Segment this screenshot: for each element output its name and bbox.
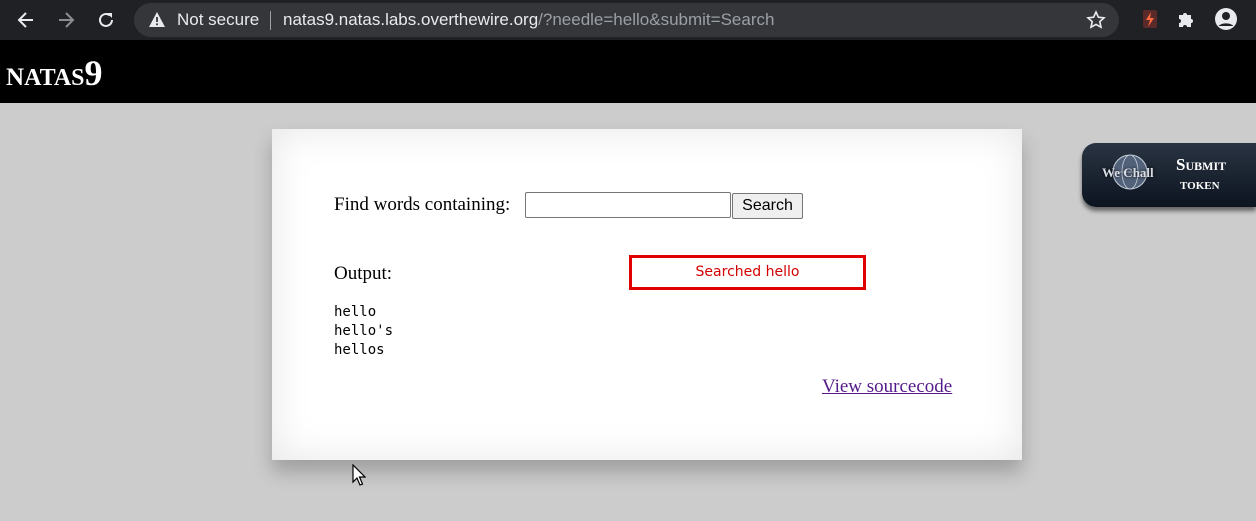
result-item: hellos [334, 342, 385, 358]
search-button[interactable]: Search [732, 193, 803, 219]
back-button[interactable] [12, 6, 40, 34]
find-label: Find words containing: [334, 194, 511, 215]
reload-button[interactable] [92, 6, 120, 34]
star-icon[interactable] [1086, 10, 1106, 30]
mouse-cursor-icon [352, 464, 366, 486]
result-item: hello's [334, 323, 394, 339]
results-list: hello hello's hellos [334, 303, 393, 360]
extension-badge-icon[interactable] [1142, 8, 1158, 30]
address-bar[interactable]: Not secure natas9.natas.labs.overthewire… [134, 3, 1119, 37]
forward-button[interactable] [52, 6, 80, 34]
arrow-left-icon [17, 12, 33, 28]
submit-label: Submit [1176, 155, 1227, 174]
url-text[interactable]: natas9.natas.labs.overthewire.org/?needl… [283, 10, 774, 30]
result-item: hello [334, 304, 377, 320]
site-header: NATAS9 [0, 40, 1256, 103]
content-card: Find words containing: Search Output: Se… [272, 129, 1022, 460]
site-title: NATAS9 [6, 52, 103, 94]
title-number: 9 [84, 53, 103, 93]
token-label: token [1180, 177, 1220, 193]
security-status[interactable]: Not secure [177, 10, 259, 30]
title-middle: ATAS [24, 65, 85, 91]
wechall-submit-token-button[interactable]: We Chall Submit token [1082, 143, 1256, 207]
divider [270, 11, 271, 30]
warning-triangle-icon[interactable] [148, 11, 166, 28]
puzzle-icon[interactable] [1176, 9, 1196, 29]
url-host: natas9.natas.labs.overthewire.org [283, 10, 539, 29]
wechall-brand: We Chall [1102, 165, 1154, 180]
title-prefix: N [6, 64, 25, 91]
reload-icon [99, 12, 113, 27]
annotation-box: Searched hello [629, 255, 866, 290]
browser-toolbar: Not secure natas9.natas.labs.overthewire… [0, 0, 1256, 40]
view-source-link[interactable]: View sourcecode [822, 376, 952, 398]
needle-input[interactable] [525, 192, 731, 218]
url-path: /?needle=hello&submit=Search [538, 10, 775, 29]
arrow-right-icon [59, 12, 75, 28]
output-label: Output: [334, 263, 393, 284]
account-circle-icon[interactable] [1214, 7, 1238, 31]
